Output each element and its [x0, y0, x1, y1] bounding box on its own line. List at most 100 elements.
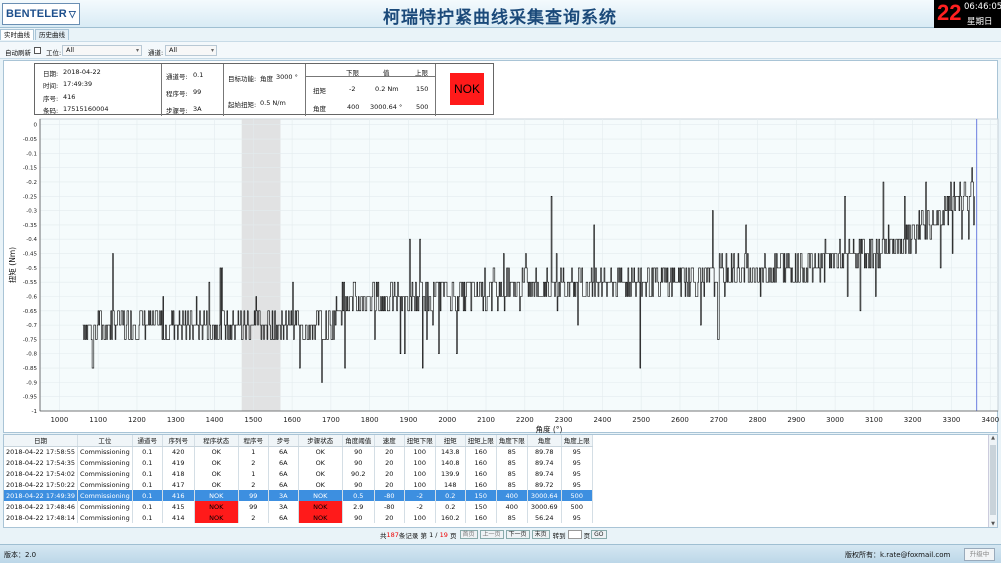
- channel-value: 0.1: [193, 71, 204, 79]
- table-row[interactable]: 2018-04-22 17:48:14 Commissioning 0.1 414 NO…: [4, 512, 593, 523]
- date-label: 日期:: [43, 70, 59, 78]
- y-tick-label: -1: [32, 409, 37, 415]
- table-cell: 1: [238, 446, 269, 457]
- table-cell: 2018-04-22 17:54:35: [4, 457, 79, 468]
- table-header-cell[interactable]: 角度下限: [496, 435, 528, 447]
- table-cell: OK: [194, 457, 239, 468]
- table-header-cell[interactable]: 日期: [4, 435, 79, 447]
- table-header-cell[interactable]: 程序号: [238, 435, 269, 447]
- table-header-cell[interactable]: 序列号: [162, 435, 195, 447]
- channel-label: 通道号:: [166, 73, 188, 81]
- table-header-cell[interactable]: 角度: [527, 435, 562, 447]
- station-select[interactable]: All ▾: [62, 45, 142, 56]
- table-cell: 95: [561, 457, 593, 468]
- angle-row-label: 角度: [313, 105, 326, 113]
- table-cell: 2018-04-22 17:54:02: [4, 468, 79, 479]
- table-cell: 3A: [268, 490, 299, 501]
- table-cell: 0.1: [132, 512, 163, 523]
- result-badge: NOK: [450, 73, 484, 105]
- table-header-cell[interactable]: 扭矩上限: [465, 435, 497, 447]
- upgrade-button[interactable]: 升级中: [964, 548, 995, 561]
- table-cell: 2018-04-22 17:48:46: [4, 501, 79, 512]
- y-tick-label: -0.55: [23, 280, 38, 286]
- barcode-label: 条码:: [43, 107, 59, 115]
- filter-bar: 自动刷新 工位: All ▾ 通道: All ▾: [0, 41, 1001, 59]
- table-cell: NOK: [194, 490, 239, 501]
- table-cell: OK: [298, 468, 343, 479]
- table-header-cell[interactable]: 通道号: [132, 435, 163, 447]
- table-header-cell[interactable]: 角度阈值: [342, 435, 375, 447]
- plot-area: [39, 118, 999, 412]
- table-cell: 100: [404, 468, 436, 479]
- x-tick-label: 1300: [167, 416, 185, 424]
- results-table: 日期 工位 通道号 序列号 程序状态 程序号 步号 步骤状态 角度阈值 速度 扭矩下限 扭矩 扭矩上限角…: [4, 435, 593, 523]
- table-header-cell[interactable]: 速度: [374, 435, 405, 447]
- x-tick-label: 1800: [361, 416, 379, 424]
- table-row[interactable]: 2018-04-22 17:54:35 Commissioning 0.1 419 OK…: [4, 457, 593, 468]
- first-page-button[interactable]: 首页: [459, 530, 478, 539]
- table-cell: 143.8: [435, 446, 466, 457]
- tab-history-curve[interactable]: 历史曲线: [35, 29, 69, 40]
- x-tick-label: 2200: [516, 416, 534, 424]
- table-header-cell[interactable]: 扭矩下限: [404, 435, 436, 447]
- col-low-header: 下限: [346, 69, 359, 77]
- prev-page-button[interactable]: 上一页: [479, 530, 504, 539]
- table-cell: 416: [162, 490, 195, 501]
- auto-refresh-checkbox[interactable]: [34, 47, 41, 54]
- version-text: 版本：2.0: [4, 551, 37, 559]
- table-scrollbar[interactable]: ▲ ▼: [988, 435, 997, 527]
- y-tick-label: -0.05: [23, 137, 38, 143]
- table-header-cell[interactable]: 步号: [268, 435, 299, 447]
- program-select[interactable]: All ▾: [165, 45, 217, 56]
- tab-realtime-curve[interactable]: 实时曲线: [0, 29, 34, 40]
- torque-low: -2: [349, 85, 356, 93]
- table-cell: OK: [194, 446, 239, 457]
- table-row[interactable]: 2018-04-22 17:48:46 Commissioning 0.1 415 NO…: [4, 501, 593, 512]
- table-row[interactable]: 2018-04-22 17:58:55 Commissioning 0.1 420 OK…: [4, 446, 593, 457]
- y-tick-label: -0.65: [23, 309, 38, 315]
- table-cell: 1: [238, 468, 269, 479]
- table-cell: 95: [561, 446, 593, 457]
- table-cell: 100: [404, 457, 436, 468]
- table-header-cell[interactable]: 角度上限: [561, 435, 593, 447]
- table-header-cell[interactable]: 步骤状态: [298, 435, 343, 447]
- table-row[interactable]: 2018-04-22 17:50:22 Commissioning 0.1 417 OK…: [4, 479, 593, 490]
- table-row[interactable]: 2018-04-22 17:49:39 Commissioning 0.1 416 NO…: [4, 490, 593, 501]
- x-tick-label: 1100: [89, 416, 107, 424]
- x-tick-label: 1400: [206, 416, 224, 424]
- last-page-button[interactable]: 末页: [531, 530, 550, 539]
- x-tick-label: 3100: [865, 416, 883, 424]
- table-cell: Commissioning: [77, 479, 133, 490]
- x-tick-label: 3000: [826, 416, 844, 424]
- table-row[interactable]: 2018-04-22 17:54:02 Commissioning 0.1 418 OK…: [4, 468, 593, 479]
- table-cell: 0.5: [342, 490, 375, 501]
- x-tick-label: 1200: [128, 416, 146, 424]
- table-cell: 99: [238, 501, 269, 512]
- table-cell: 100: [404, 446, 436, 457]
- table-cell: Commissioning: [77, 446, 133, 457]
- table-header-cell[interactable]: 程序状态: [194, 435, 239, 447]
- goto-page-input[interactable]: [567, 530, 582, 539]
- threshold-label: 起始扭矩:: [228, 101, 257, 109]
- table-cell: 2018-04-22 17:58:55: [4, 446, 79, 457]
- x-tick-label: 1700: [322, 416, 340, 424]
- table-cell: 89.72: [527, 479, 562, 490]
- angle-high: 500: [416, 103, 429, 111]
- scrollbar-thumb[interactable]: [990, 445, 996, 515]
- table-cell: 6A: [268, 479, 299, 490]
- table-cell: Commissioning: [77, 490, 133, 501]
- table-header-cell[interactable]: 扭矩: [435, 435, 466, 447]
- col-val-header: 值: [383, 69, 390, 77]
- table-cell: NOK: [298, 501, 343, 512]
- table-cell: 2018-04-22 17:49:39: [4, 490, 79, 501]
- table-cell: 89.74: [527, 457, 562, 468]
- scroll-down-icon[interactable]: ▼: [989, 521, 997, 527]
- table-header-cell[interactable]: 工位: [77, 435, 133, 447]
- result-info-box: 日期: 2018-04-22 时间: 17:49:39 序号: 416 条码: …: [34, 63, 494, 116]
- scroll-up-icon[interactable]: ▲: [989, 435, 997, 441]
- go-button[interactable]: GO: [591, 530, 607, 539]
- table-cell: 95: [561, 479, 593, 490]
- next-page-button[interactable]: 下一页: [505, 530, 530, 539]
- y-tick-label: -0.85: [23, 366, 38, 372]
- x-tick-label: 2900: [787, 416, 805, 424]
